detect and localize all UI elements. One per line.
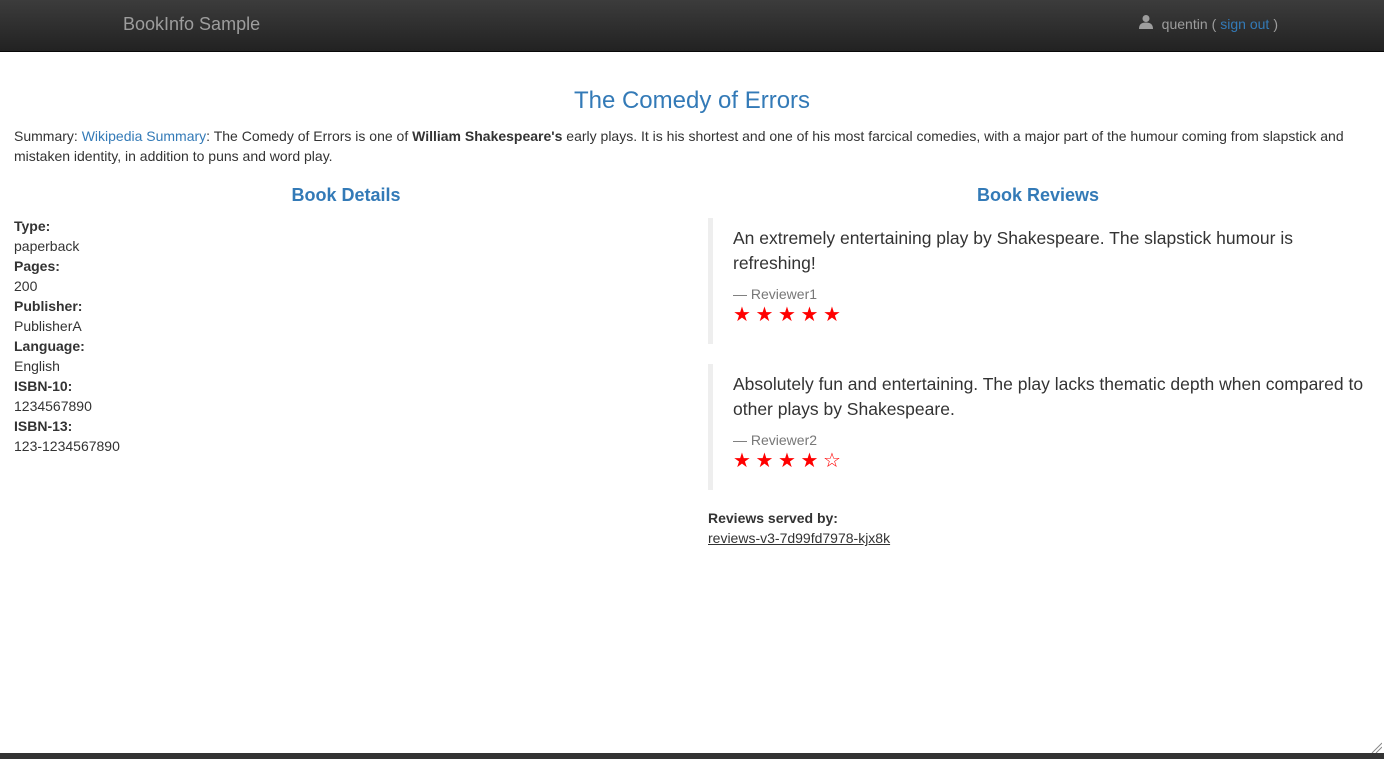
- detail-label-publisher: Publisher:: [14, 298, 83, 314]
- book-details-list: Type: paperback Pages: 200 Publisher: Pu…: [14, 216, 674, 456]
- review-item: An extremely entertaining play by Shakes…: [708, 218, 1368, 344]
- served-by-pod-link[interactable]: reviews-v3-7d99fd7978-kjx8k: [708, 530, 890, 546]
- detail-value-isbn10: 1234567890: [14, 398, 92, 414]
- window-bottom-edge: [0, 753, 1384, 759]
- star-filled-icon: ★: [755, 304, 776, 326]
- star-filled-icon: ★: [733, 450, 753, 472]
- user-area: quentin ( sign out ): [1138, 15, 1278, 33]
- star-filled-icon: ★: [823, 304, 843, 326]
- summary-label: Summary:: [14, 128, 82, 144]
- wikipedia-summary-link[interactable]: Wikipedia Summary: [82, 128, 206, 144]
- star-filled-icon: ★: [733, 304, 753, 326]
- star-filled-icon: ★: [800, 450, 821, 472]
- review-item: Absolutely fun and entertaining. The pla…: [708, 364, 1368, 490]
- star-rating: ★ ★ ★ ★ ★: [733, 304, 1368, 326]
- reviews-list: An extremely entertaining play by Shakes…: [708, 218, 1368, 510]
- star-rating: ★ ★ ★ ★ ☆: [733, 450, 1368, 472]
- detail-value-type: paperback: [14, 238, 80, 254]
- book-summary: Summary: Wikipedia Summary: The Comedy o…: [14, 126, 1364, 166]
- detail-value-publisher: PublisherA: [14, 318, 82, 334]
- review-author: — Reviewer2: [733, 432, 818, 448]
- username: quentin: [1161, 16, 1208, 32]
- detail-label-isbn10: ISBN-10:: [14, 378, 73, 394]
- review-text: Absolutely fun and entertaining. The pla…: [733, 374, 1364, 419]
- detail-label-type: Type:: [14, 218, 51, 234]
- navbar: BookInfo Sample quentin ( sign out ): [0, 0, 1384, 52]
- review-text: An extremely entertaining play by Shakes…: [733, 228, 1293, 273]
- served-by-label: Reviews served by:: [708, 510, 838, 526]
- summary-author: William Shakespeare's: [412, 128, 563, 144]
- detail-value-isbn13: 123-1234567890: [14, 438, 120, 454]
- detail-label-pages: Pages:: [14, 258, 60, 274]
- book-details-heading: Book Details: [291, 185, 401, 205]
- book-reviews-heading: Book Reviews: [976, 185, 1100, 205]
- brand-title[interactable]: BookInfo Sample: [123, 13, 260, 35]
- user-icon: [1138, 15, 1153, 29]
- close-paren: ): [1273, 16, 1278, 32]
- sign-out-link[interactable]: sign out: [1220, 15, 1269, 33]
- detail-label-language: Language:: [14, 338, 85, 354]
- book-title: The Comedy of Errors: [573, 87, 811, 114]
- summary-text-pre: : The Comedy of Errors is one of: [206, 128, 413, 144]
- review-author: — Reviewer1: [733, 286, 818, 302]
- star-filled-icon: ★: [755, 450, 776, 472]
- detail-value-pages: 200: [14, 278, 38, 294]
- open-paren: (: [1211, 16, 1217, 32]
- star-empty-icon: ☆: [823, 450, 843, 472]
- star-filled-icon: ★: [778, 450, 798, 472]
- star-filled-icon: ★: [778, 304, 798, 326]
- reviews-served-by: Reviews served by: reviews-v3-7d99fd7978…: [708, 508, 890, 548]
- detail-value-language: English: [14, 358, 60, 374]
- star-filled-icon: ★: [800, 304, 821, 326]
- detail-label-isbn13: ISBN-13:: [14, 418, 73, 434]
- resize-grip-icon[interactable]: [1370, 741, 1382, 753]
